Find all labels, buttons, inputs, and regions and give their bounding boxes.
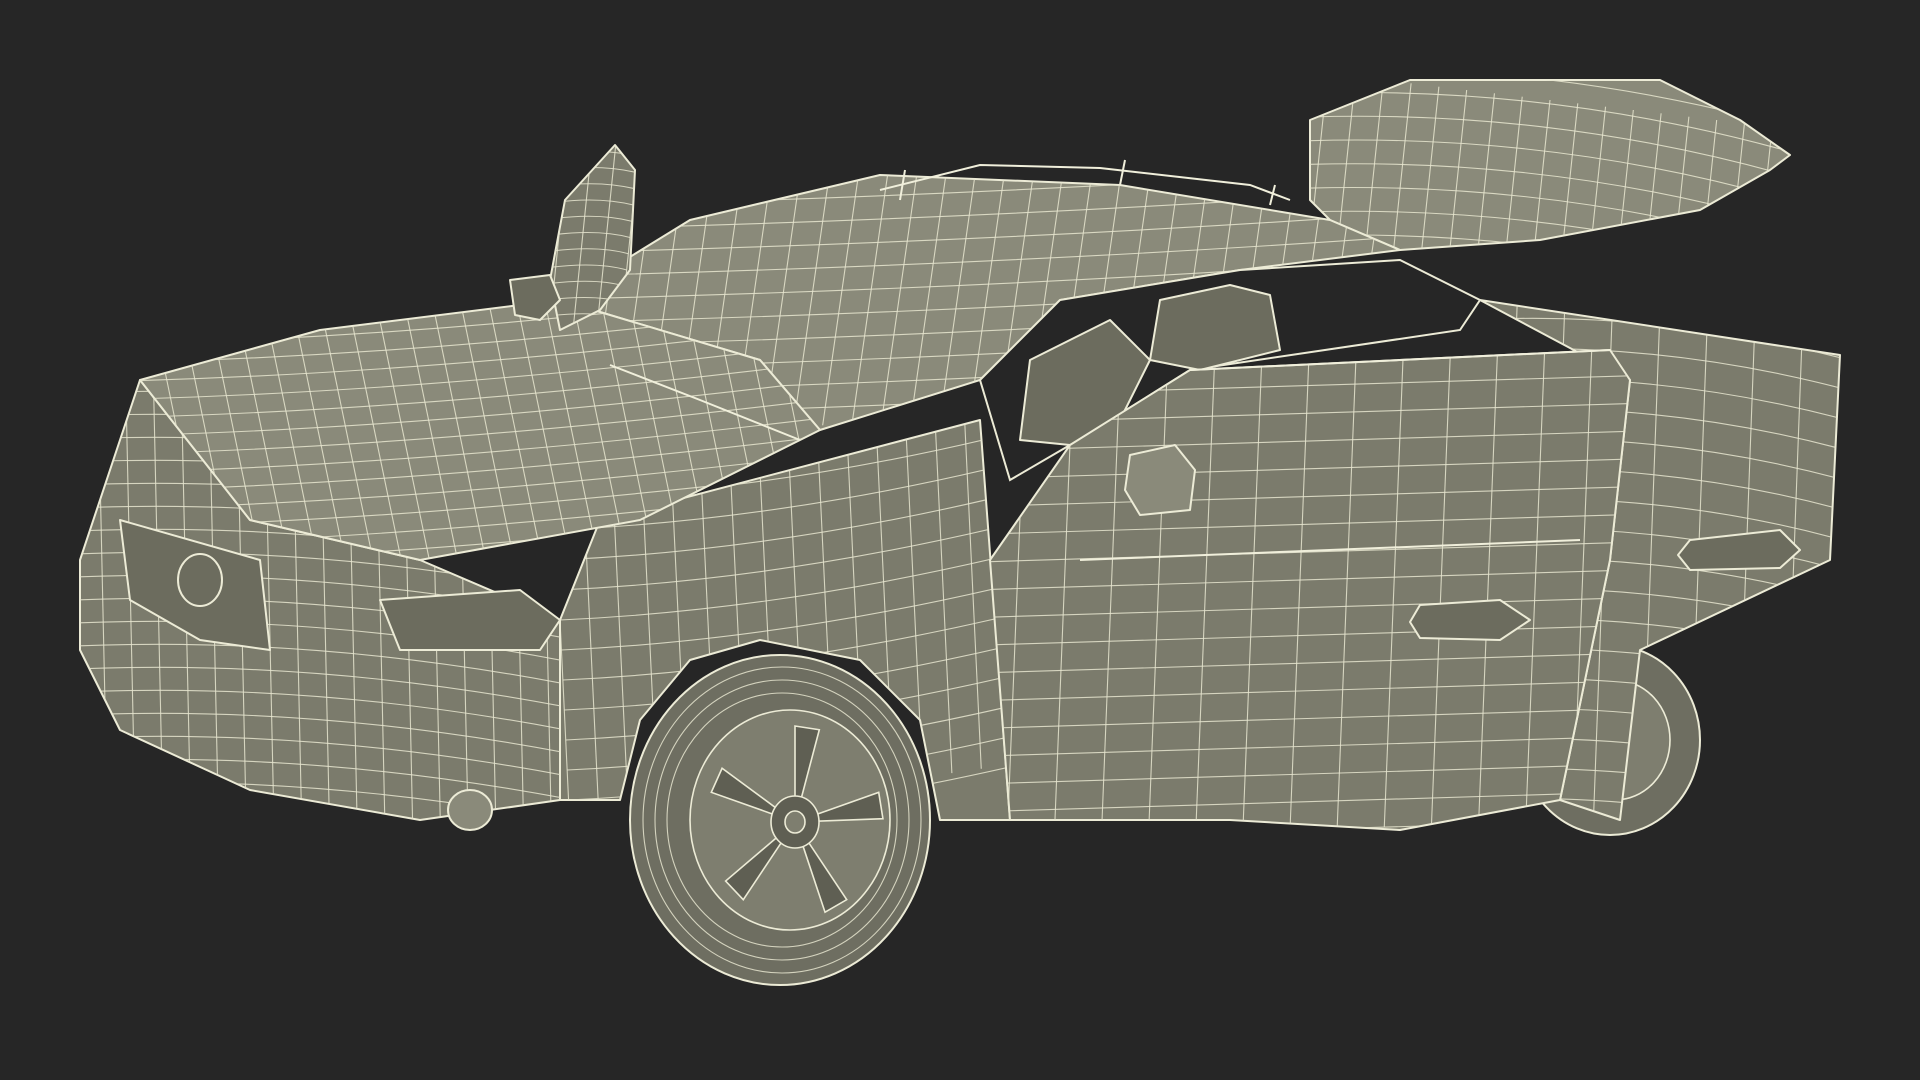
badge-emblem bbox=[177, 553, 223, 607]
render-viewport bbox=[0, 0, 1920, 1080]
right-mirror bbox=[1124, 444, 1196, 516]
headlight bbox=[379, 589, 561, 651]
front-wheel bbox=[629, 654, 931, 986]
fog-light bbox=[447, 789, 493, 831]
wireframe-car-model bbox=[79, 79, 1841, 986]
